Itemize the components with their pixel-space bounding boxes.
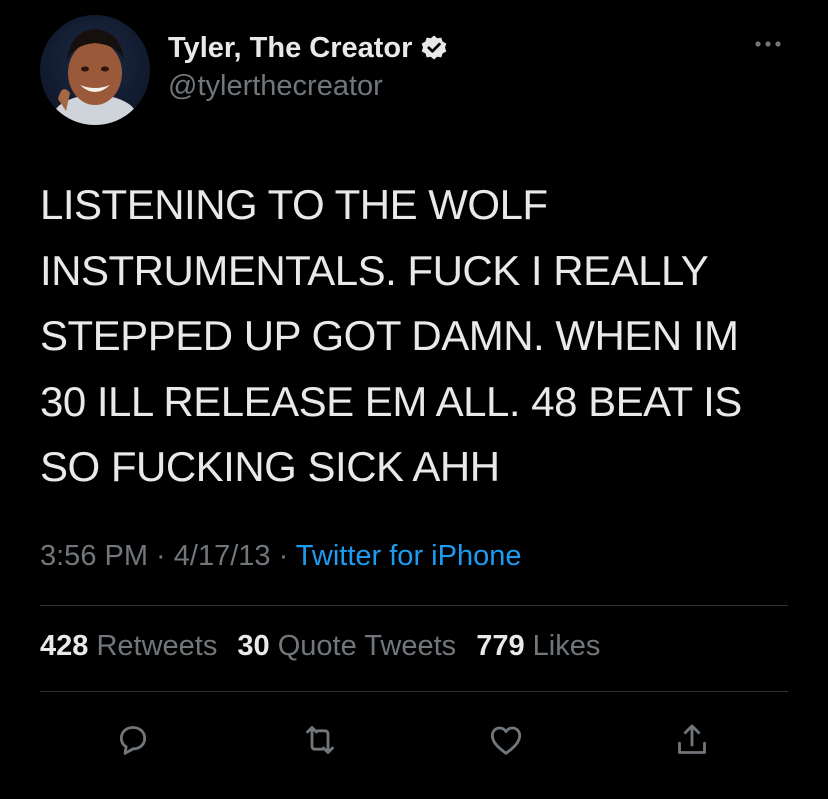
likes-stat[interactable]: 779 Likes xyxy=(476,630,600,662)
like-button[interactable] xyxy=(478,712,534,768)
retweets-count: 428 xyxy=(40,630,89,662)
handle[interactable]: @tylerthecreator xyxy=(168,70,448,103)
quotes-label: Quote Tweets xyxy=(277,630,457,662)
tweet-text-line: INSTRUMENTALS. FUCK I REALLY xyxy=(40,246,709,294)
share-button[interactable] xyxy=(664,712,720,768)
tweet-text: LISTENING TO THE WOLF INSTRUMENTALS. FUC… xyxy=(40,172,790,500)
meta-separator: · xyxy=(270,540,296,572)
quotes-count: 30 xyxy=(237,630,270,662)
tweet-stats: 428 Retweets 30 Quote Tweets 779 Likes xyxy=(40,630,612,663)
reply-button[interactable] xyxy=(105,712,161,768)
retweets-stat[interactable]: 428 Retweets xyxy=(40,630,217,662)
share-icon xyxy=(678,724,706,754)
divider xyxy=(40,605,788,606)
tweet-text-line: STEPPED UP GOT DAMN. WHEN IM xyxy=(40,312,739,359)
verified-badge-icon xyxy=(420,34,448,62)
retweet-icon xyxy=(306,726,334,754)
divider xyxy=(40,691,788,692)
retweet-button[interactable] xyxy=(292,712,348,768)
tweet-time[interactable]: 3:56 PM xyxy=(40,540,148,572)
tweet-text-line: 30 ILL RELEASE EM ALL. 48 BEAT IS xyxy=(40,377,742,425)
tweet-text-line: SO FUCKING SICK AHH xyxy=(40,443,500,490)
quotes-stat[interactable]: 30 Quote Tweets xyxy=(237,630,456,662)
retweets-label: Retweets xyxy=(96,630,218,662)
likes-label: Likes xyxy=(532,630,601,662)
tweet-card: Tyler, The Creator @tylerthecreator LIST… xyxy=(0,0,828,799)
likes-count: 779 xyxy=(476,630,525,662)
avatar[interactable] xyxy=(40,15,150,125)
more-icon[interactable] xyxy=(752,36,784,52)
author-info: Tyler, The Creator @tylerthecreator xyxy=(168,28,448,103)
tweet-meta: 3:56 PM · 4/17/13 · Twitter for iPhone xyxy=(40,540,521,573)
tweet-date[interactable]: 4/17/13 xyxy=(174,540,271,572)
like-icon xyxy=(490,726,522,755)
reply-icon xyxy=(119,726,147,755)
display-name[interactable]: Tyler, The Creator xyxy=(168,32,412,65)
meta-separator: · xyxy=(148,540,174,572)
tweet-source-link[interactable]: Twitter for iPhone xyxy=(296,540,522,572)
tweet-text-line: LISTENING TO THE WOLF xyxy=(40,181,548,228)
name-row: Tyler, The Creator xyxy=(168,28,448,68)
avatar-image xyxy=(53,29,137,125)
action-bar xyxy=(0,712,828,768)
